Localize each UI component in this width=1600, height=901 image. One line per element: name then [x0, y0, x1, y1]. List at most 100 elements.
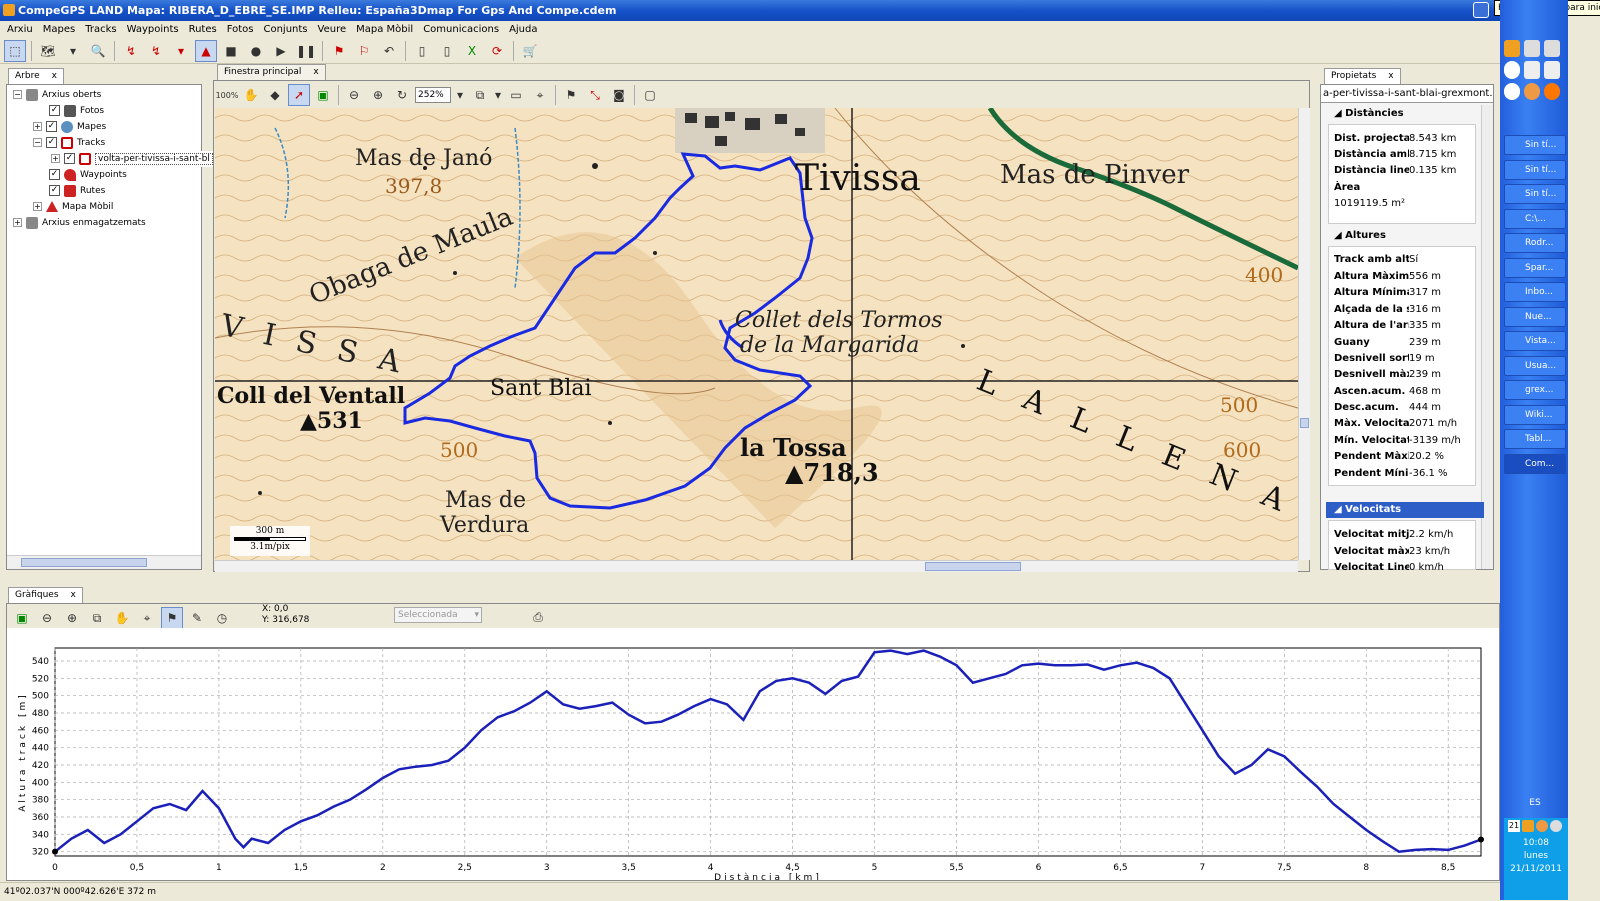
- scroll-thumb[interactable]: [1300, 418, 1309, 428]
- pause-icon[interactable]: ❚❚: [295, 40, 317, 62]
- series-select[interactable]: Seleccionada ▾: [394, 607, 482, 623]
- graph-map-icon[interactable]: ▣: [11, 607, 33, 629]
- gps-center-icon[interactable]: ⌖: [136, 607, 158, 629]
- section-velocitats[interactable]: ◢ Velocitats: [1326, 502, 1484, 518]
- task-item[interactable]: C:\...: [1504, 209, 1566, 229]
- menu-conjunts[interactable]: Conjunts: [258, 22, 312, 38]
- expand-icon[interactable]: +: [33, 122, 42, 131]
- tray-app-icon[interactable]: [1522, 820, 1534, 832]
- task-item[interactable]: Sin tí...: [1504, 160, 1566, 180]
- clock-icon[interactable]: ◷: [211, 607, 233, 629]
- task-item[interactable]: Sin tí...: [1504, 135, 1566, 155]
- app-shortcut-icon[interactable]: [1544, 82, 1560, 100]
- task-item[interactable]: Wiki...: [1504, 405, 1566, 425]
- expand-icon[interactable]: +: [13, 218, 22, 227]
- tree-item-waypoints[interactable]: ✓ Waypoints: [49, 167, 127, 183]
- hand-icon[interactable]: ✋: [111, 607, 133, 629]
- undo-icon[interactable]: ↶: [378, 40, 400, 62]
- section-altures[interactable]: ◢ Altures: [1326, 228, 1480, 244]
- excel-icon[interactable]: X: [461, 40, 483, 62]
- checkbox[interactable]: ✓: [64, 153, 75, 164]
- task-item[interactable]: grex...: [1504, 380, 1566, 400]
- tree-item-mapa-mobil[interactable]: + Mapa Mòbil: [33, 199, 113, 215]
- tab-grafiques[interactable]: Gràfiques x: [8, 587, 83, 603]
- waypoint-icon[interactable]: ⚑: [328, 40, 350, 62]
- device-icon[interactable]: ▯: [411, 40, 433, 62]
- checkbox[interactable]: ✓: [49, 185, 60, 196]
- close-icon[interactable]: x: [1388, 71, 1393, 81]
- select-tool-icon[interactable]: ⬚: [4, 39, 26, 62]
- menu-tracks[interactable]: Tracks: [80, 22, 121, 38]
- scroll-thumb[interactable]: [21, 558, 147, 567]
- properties-scrollbar[interactable]: [1481, 105, 1493, 569]
- label-icon[interactable]: ⚑: [560, 84, 582, 106]
- language-indicator[interactable]: ES: [1504, 798, 1566, 808]
- zoom-select[interactable]: 252%: [415, 87, 451, 103]
- edit-icon[interactable]: ✎: [186, 607, 208, 629]
- calendar-icon[interactable]: 21: [1508, 820, 1520, 832]
- close-icon[interactable]: x: [313, 67, 318, 77]
- tray-app-icon[interactable]: [1550, 820, 1562, 832]
- profile-icon[interactable]: ▲: [195, 39, 217, 62]
- screen-icon[interactable]: ▭: [505, 84, 527, 106]
- app-shortcut-icon[interactable]: [1504, 40, 1520, 58]
- task-item[interactable]: Usua...: [1504, 356, 1566, 376]
- task-item[interactable]: Vista...: [1504, 331, 1566, 351]
- app-shortcut-icon[interactable]: [1524, 61, 1540, 79]
- hand-icon[interactable]: ✋: [240, 84, 262, 106]
- task-item[interactable]: Inbo...: [1504, 282, 1566, 302]
- map-view[interactable]: Mas de Janó 397,8 Tivissa Mas de Pinver …: [215, 108, 1298, 560]
- zoom-out-icon[interactable]: ⊖: [36, 607, 58, 629]
- measure-icon[interactable]: ⤡: [584, 84, 606, 106]
- collapse-icon[interactable]: −: [33, 138, 42, 147]
- gps-center-icon[interactable]: ⌖: [529, 84, 551, 106]
- stop-icon[interactable]: ■: [220, 40, 242, 62]
- gps-icon[interactable]: ⟳: [486, 40, 508, 62]
- menu-comunicacions[interactable]: Comunicacions: [418, 22, 504, 38]
- map-icon[interactable]: ▣: [312, 84, 334, 106]
- close-icon[interactable]: x: [52, 71, 57, 81]
- task-item[interactable]: Sin tí...: [1504, 184, 1566, 204]
- zoom-out-icon[interactable]: ⊖: [343, 84, 365, 106]
- horizontal-scrollbar[interactable]: [7, 555, 201, 569]
- menu-arxiu[interactable]: Arxiu: [2, 22, 38, 38]
- chevron-down-icon[interactable]: ▾: [493, 84, 503, 106]
- menu-veure[interactable]: Veure: [313, 22, 352, 38]
- scroll-thumb[interactable]: [925, 562, 1021, 571]
- task-item[interactable]: Rodr...: [1504, 233, 1566, 253]
- print-icon[interactable]: ⎙: [527, 606, 549, 628]
- tree-item-fotos[interactable]: ✓ Fotos: [49, 103, 104, 119]
- menu-fotos[interactable]: Fotos: [222, 22, 259, 38]
- tree-item-track-file[interactable]: + ✓ volta-per-tivissa-i-sant-bl: [51, 151, 213, 167]
- find-map-icon[interactable]: 🔍: [87, 40, 109, 62]
- tab-arbre[interactable]: Arbre x: [8, 68, 64, 84]
- task-item[interactable]: Nue...: [1504, 307, 1566, 327]
- section-distancies[interactable]: ◢ Distàncies: [1326, 106, 1480, 122]
- fit-icon[interactable]: ⧉: [469, 84, 491, 106]
- task-item[interactable]: Spar...: [1504, 258, 1566, 278]
- collapse-icon[interactable]: −: [13, 90, 22, 99]
- new-track-icon[interactable]: ↯: [145, 40, 167, 62]
- tree-item-mapes[interactable]: + ✓ Mapes: [33, 119, 106, 135]
- checkbox[interactable]: ✓: [49, 105, 60, 116]
- app-shortcut-icon[interactable]: [1524, 40, 1540, 58]
- menu-mapes[interactable]: Mapes: [38, 22, 80, 38]
- app-shortcut-icon[interactable]: [1544, 40, 1560, 58]
- menu-waypoints[interactable]: Waypoints: [122, 22, 184, 38]
- checkbox[interactable]: ✓: [49, 169, 60, 180]
- window-icon[interactable]: ▢: [639, 84, 661, 106]
- open-track-icon[interactable]: ↯: [120, 40, 142, 62]
- expand-icon[interactable]: +: [51, 154, 60, 163]
- play-icon[interactable]: ▶: [270, 40, 292, 62]
- task-item-active[interactable]: Com...: [1504, 454, 1566, 474]
- shop-icon[interactable]: 🛒: [519, 40, 541, 62]
- 3d-icon[interactable]: ◆: [264, 84, 286, 106]
- map-options-icon[interactable]: ▾: [62, 40, 84, 62]
- expand-icon[interactable]: +: [33, 202, 42, 211]
- tree-item-arxius-oberts[interactable]: − Arxius oberts: [13, 87, 101, 103]
- menu-mapa-mobil[interactable]: Mapa Mòbil: [351, 22, 418, 38]
- menu-ajuda[interactable]: Ajuda: [504, 22, 542, 38]
- checkbox[interactable]: ✓: [46, 121, 57, 132]
- app-shortcut-icon[interactable]: [1544, 61, 1560, 79]
- checkbox[interactable]: ✓: [46, 137, 57, 148]
